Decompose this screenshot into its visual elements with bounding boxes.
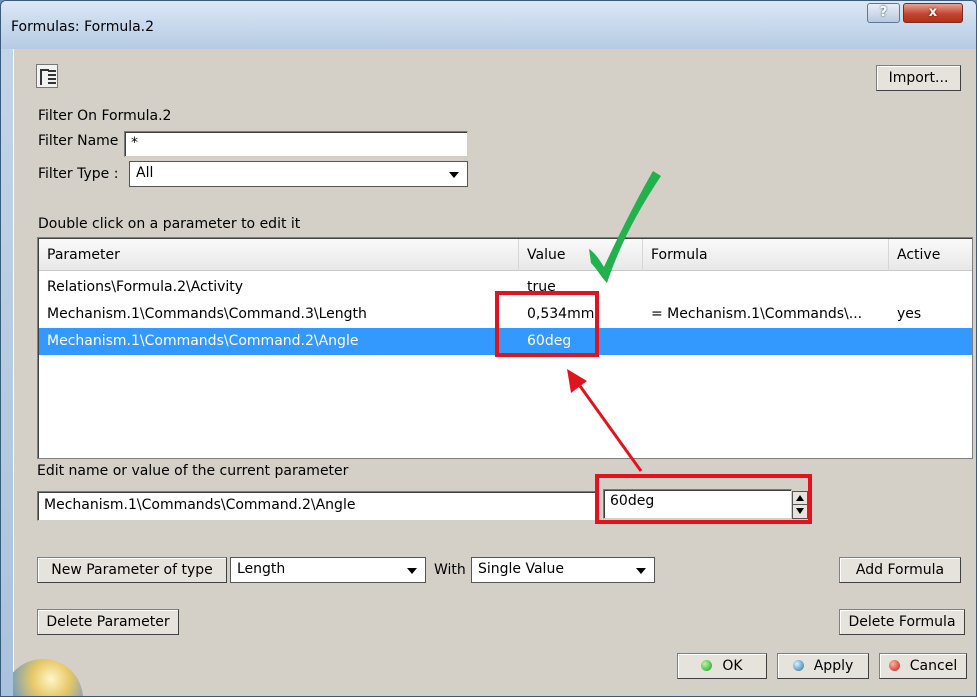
column-formula[interactable]: Formula bbox=[643, 239, 889, 271]
parameter-cell: Relations\Formula.2\Activity bbox=[47, 279, 244, 295]
title-bar: Formulas: Formula.2 ? x bbox=[1, 1, 976, 49]
table-header: Parameter Value Formula Active bbox=[39, 239, 972, 271]
filter-type-label: Filter Type : bbox=[38, 166, 119, 182]
column-parameter[interactable]: Parameter bbox=[39, 239, 519, 271]
delete-formula-button[interactable]: Delete Formula bbox=[839, 609, 965, 635]
value-highlight-box bbox=[495, 291, 599, 357]
edit-highlight-box bbox=[595, 474, 812, 524]
cancel-label: Cancel bbox=[909, 658, 958, 674]
column-value[interactable]: Value bbox=[519, 239, 643, 271]
window-title: Formulas: Formula.2 bbox=[11, 19, 155, 35]
cancel-button[interactable]: Cancel bbox=[879, 653, 967, 679]
help-button[interactable]: ? bbox=[867, 3, 900, 23]
ok-icon bbox=[701, 660, 713, 671]
column-active[interactable]: Active bbox=[889, 239, 972, 271]
chevron-down-icon bbox=[636, 568, 646, 574]
edit-name-input[interactable]: Mechanism.1\Commands\Command.2\Angle bbox=[37, 491, 597, 521]
ok-button[interactable]: OK bbox=[677, 653, 767, 679]
parameter-type-value: Length bbox=[237, 561, 286, 577]
parameter-cell: Mechanism.1\Commands\Command.3\Length bbox=[47, 306, 367, 322]
filter-name-input[interactable]: * bbox=[124, 131, 468, 157]
value-kind-select[interactable]: Single Value bbox=[471, 557, 655, 583]
with-label: With bbox=[434, 562, 466, 578]
value-kind-value: Single Value bbox=[478, 561, 564, 577]
cancel-icon bbox=[888, 660, 900, 671]
table-caption: Double click on a parameter to edit it bbox=[38, 216, 301, 232]
formula-cell: = Mechanism.1\Commands\... bbox=[651, 306, 863, 322]
filter-heading: Filter On Formula.2 bbox=[38, 108, 172, 124]
chevron-down-icon bbox=[407, 568, 417, 574]
apply-button[interactable]: Apply bbox=[777, 653, 869, 679]
new-parameter-button[interactable]: New Parameter of type bbox=[37, 557, 227, 583]
add-formula-button[interactable]: Add Formula bbox=[839, 557, 961, 583]
close-button[interactable]: x bbox=[903, 3, 963, 23]
import-button[interactable]: Import... bbox=[876, 65, 961, 91]
active-cell: yes bbox=[897, 306, 922, 322]
formula-list-icon[interactable] bbox=[36, 64, 58, 88]
edit-label: Edit name or value of the current parame… bbox=[37, 463, 349, 479]
catia-logo bbox=[13, 649, 83, 696]
formulas-dialog: Formulas: Formula.2 ? x Import... Filter… bbox=[0, 0, 977, 697]
apply-label: Apply bbox=[813, 658, 854, 674]
parameter-cell: Mechanism.1\Commands\Command.2\Angle bbox=[47, 333, 359, 349]
filter-type-select[interactable]: All bbox=[129, 161, 468, 187]
ok-label: OK bbox=[722, 658, 743, 674]
filter-name-label: Filter Name : bbox=[38, 133, 128, 149]
parameter-type-select[interactable]: Length bbox=[230, 557, 426, 583]
apply-icon bbox=[792, 660, 804, 671]
delete-parameter-button[interactable]: Delete Parameter bbox=[37, 609, 179, 635]
chevron-down-icon bbox=[449, 172, 459, 178]
filter-type-value: All bbox=[136, 165, 154, 181]
